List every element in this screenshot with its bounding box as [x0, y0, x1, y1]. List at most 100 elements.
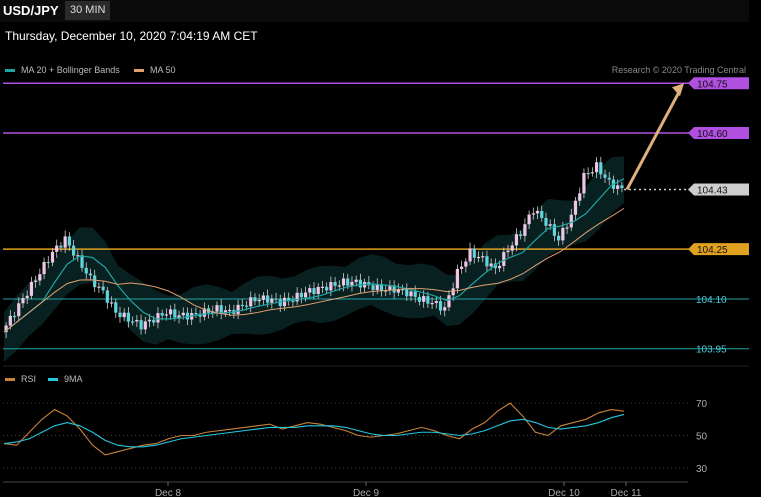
rsi-tick-2: 30 — [696, 464, 708, 475]
candle-body-78 — [333, 282, 337, 286]
candle-body-15 — [67, 236, 71, 246]
candle-body-124 — [527, 214, 531, 225]
candle-body-37 — [160, 313, 164, 316]
candle-body-26 — [114, 302, 118, 313]
candle-body-135 — [573, 200, 578, 215]
level-label-5: 103.95 — [696, 345, 727, 356]
candle-body-95 — [405, 289, 409, 297]
candle-body-70 — [299, 292, 303, 298]
candle-body-84 — [358, 279, 362, 288]
candle-body-87 — [371, 285, 375, 291]
candle-body-21 — [93, 275, 97, 288]
rsi-ticks: 70 50 30 — [696, 399, 708, 475]
candle-body-27 — [118, 312, 122, 318]
candle-body-108 — [460, 266, 464, 269]
candle-body-24 — [105, 290, 109, 303]
candle-body-29 — [126, 312, 131, 322]
candle-body-64 — [274, 298, 278, 300]
level-label-1: 104.60 — [697, 129, 728, 140]
candle-body-79 — [337, 285, 341, 287]
candle-body-8 — [38, 274, 42, 281]
candle-body-33 — [143, 321, 147, 330]
candle-body-129 — [548, 224, 552, 226]
candle-body-65 — [278, 299, 282, 307]
candle-body-3 — [17, 303, 21, 317]
candle-body-110 — [468, 248, 472, 262]
candle-body-96 — [409, 291, 413, 297]
candle-body-127 — [540, 211, 544, 218]
candle-body-62 — [266, 295, 270, 303]
candle-body-2 — [12, 315, 17, 318]
candle-body-104 — [443, 307, 447, 311]
x-axis: Dec 8 Dec 9 Dec 10 Dec 11 — [3, 481, 688, 497]
candle-body-36 — [156, 313, 160, 323]
candle-body-55 — [236, 304, 240, 314]
candle-body-31 — [135, 320, 139, 322]
candle-body-20 — [88, 273, 93, 276]
candle-body-103 — [438, 301, 443, 311]
level-label-0: 104.75 — [697, 79, 728, 90]
candle-body-105 — [447, 295, 451, 308]
chart-canvas[interactable]: 104.75 104.60 104.43 104.25 104.10 103.95 70 5… — [0, 0, 761, 497]
bollinger-band-fill — [4, 156, 624, 362]
projection-line — [625, 87, 683, 191]
candle-body-83 — [354, 279, 358, 282]
candle-body-82 — [350, 281, 354, 286]
candle-body-121 — [514, 234, 519, 246]
candle-body-107 — [455, 268, 460, 289]
candle-body-111 — [472, 248, 476, 258]
candle-body-113 — [481, 256, 485, 258]
candle-body-42 — [181, 312, 185, 316]
candle-body-19 — [84, 267, 88, 274]
candle-body-18 — [80, 255, 84, 268]
candle-body-39 — [168, 309, 173, 315]
candle-body-38 — [164, 314, 168, 316]
candle-body-75 — [320, 286, 325, 288]
candle-body-6 — [29, 281, 34, 296]
candle-body-14 — [63, 236, 67, 248]
level-label-4: 104.10 — [696, 295, 727, 306]
candle-body-128 — [544, 217, 548, 226]
candle-body-137 — [582, 172, 586, 194]
x-label-3: Dec 11 — [611, 488, 642, 497]
candle-body-34 — [147, 319, 152, 322]
candle-body-76 — [325, 286, 329, 291]
candle-body-77 — [329, 282, 333, 291]
candle-body-58 — [249, 297, 253, 307]
candle-body-40 — [173, 309, 177, 318]
candle-body-5 — [25, 295, 29, 299]
candle-body-41 — [177, 315, 181, 318]
candle-body-50 — [215, 305, 219, 312]
candle-body-23 — [101, 286, 105, 291]
candle-body-1 — [8, 315, 12, 326]
candle-body-120 — [510, 245, 514, 251]
candle-body-126 — [535, 211, 540, 214]
candle-body-133 — [565, 227, 569, 229]
candle-body-59 — [253, 297, 257, 302]
candle-body-80 — [341, 278, 346, 286]
candle-body-136 — [578, 193, 582, 201]
rsi-tick-1: 50 — [696, 432, 708, 443]
candle-body-74 — [316, 286, 320, 295]
candle-body-7 — [34, 280, 38, 282]
candle-body-9 — [42, 261, 46, 275]
candle-body-13 — [59, 245, 63, 248]
candle-body-12 — [55, 245, 59, 252]
rsi-tick-0: 70 — [696, 399, 708, 410]
candle-body-30 — [131, 321, 135, 323]
candle-body-117 — [497, 265, 502, 269]
candle-body-60 — [257, 299, 261, 302]
candle-body-4 — [21, 298, 25, 304]
candle-body-68 — [291, 300, 295, 302]
candle-body-145 — [616, 185, 620, 189]
candle-body-11 — [50, 251, 55, 263]
candle-body-71 — [303, 292, 308, 298]
candle-body-123 — [523, 224, 527, 236]
price-tags: 104.75 104.60 104.43 104.25 104.10 103.95 — [688, 77, 749, 356]
candle-body-72 — [308, 288, 312, 293]
candle-body-112 — [476, 256, 481, 259]
candle-body-56 — [240, 304, 244, 307]
candle-body-10 — [46, 261, 50, 264]
x-label-2: Dec 10 — [548, 488, 580, 497]
candle-body-139 — [590, 172, 594, 174]
